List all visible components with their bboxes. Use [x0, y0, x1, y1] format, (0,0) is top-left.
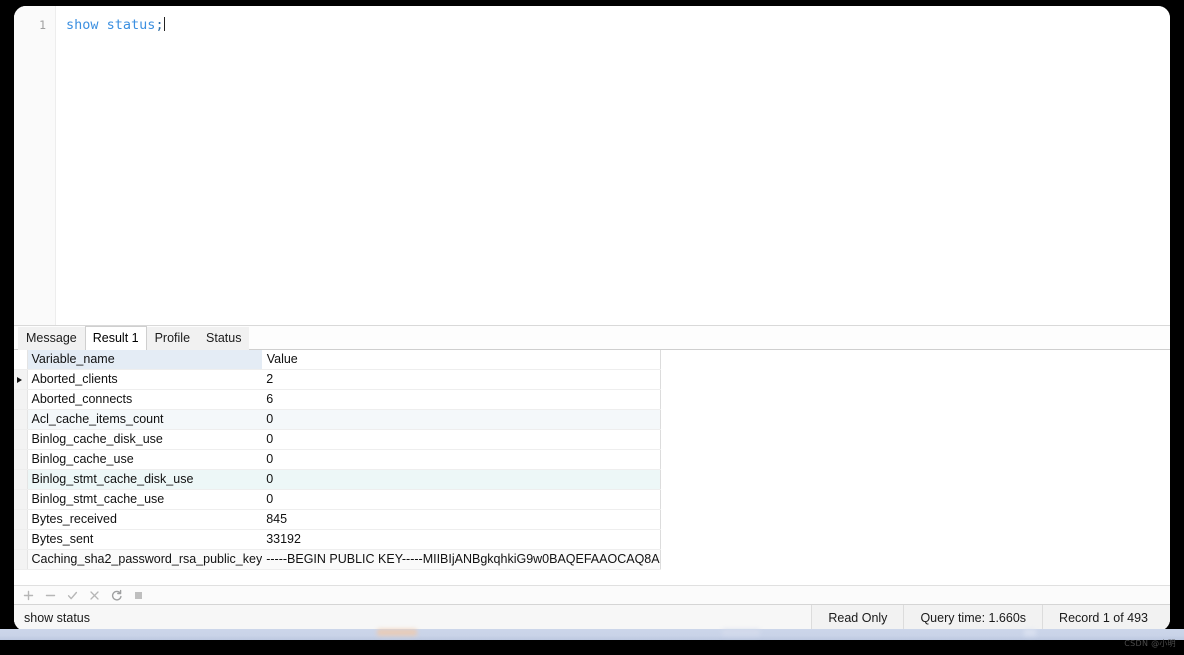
cell-value[interactable]: 2: [262, 369, 661, 390]
taskbar-item: [377, 629, 417, 636]
row-marker-cell: [14, 449, 28, 470]
cell-value[interactable]: 0: [262, 429, 661, 450]
sql-client-window: 1 show status; Message Result 1 Profile …: [14, 6, 1170, 631]
cell-value[interactable]: 0: [262, 449, 661, 470]
column-header-value[interactable]: Value: [262, 350, 661, 370]
sql-statement-line: show status;: [66, 17, 165, 33]
row-marker-header: [14, 350, 28, 370]
cell-value[interactable]: 845: [262, 509, 661, 530]
tab-result-1[interactable]: Result 1: [84, 326, 147, 350]
cell-value[interactable]: 0: [262, 469, 661, 490]
row-marker-cell: [14, 509, 28, 530]
status-read-only: Read Only: [812, 605, 905, 631]
sql-keyword-show: show: [66, 17, 99, 33]
table-row[interactable]: Bytes_sent 33192: [14, 529, 661, 550]
cell-variable-name[interactable]: Binlog_stmt_cache_disk_use: [27, 469, 263, 490]
results-pane: Message Result 1 Profile Status Variable…: [14, 325, 1170, 631]
cell-variable-name[interactable]: Caching_sha2_password_rsa_public_key: [27, 549, 263, 570]
cell-variable-name[interactable]: Binlog_cache_disk_use: [27, 429, 263, 450]
refresh-icon[interactable]: [110, 589, 123, 602]
watermark: CSDN @小明: [1124, 639, 1176, 648]
cell-variable-name[interactable]: Binlog_cache_use: [27, 449, 263, 470]
grid-header-row: Variable_name Value: [14, 350, 661, 370]
cell-variable-name[interactable]: Aborted_connects: [27, 389, 263, 410]
cell-variable-name[interactable]: Bytes_sent: [27, 529, 263, 550]
row-marker-cell: [14, 549, 28, 570]
cell-value[interactable]: 0: [262, 409, 661, 430]
result-grid-container[interactable]: Variable_name Value Aborted_clients 2 Ab: [14, 350, 1170, 585]
tab-message[interactable]: Message: [18, 327, 85, 350]
table-row[interactable]: Binlog_cache_disk_use 0: [14, 429, 661, 450]
results-tab-strip: Message Result 1 Profile Status: [14, 326, 1170, 350]
result-grid: Variable_name Value Aborted_clients 2 Ab: [14, 350, 661, 570]
table-row[interactable]: Binlog_stmt_cache_use 0: [14, 489, 661, 510]
table-row[interactable]: Bytes_received 845: [14, 509, 661, 530]
grid-toolbar: [14, 585, 1170, 604]
tab-profile[interactable]: Profile: [146, 327, 199, 350]
apply-changes-icon[interactable]: [66, 589, 79, 602]
cell-variable-name[interactable]: Aborted_clients: [27, 369, 263, 390]
row-marker-cell: [14, 429, 28, 450]
table-row[interactable]: Binlog_stmt_cache_disk_use 0: [14, 469, 661, 490]
table-row[interactable]: Aborted_connects 6: [14, 389, 661, 410]
sql-editor[interactable]: 1 show status;: [14, 6, 1170, 325]
table-row[interactable]: Caching_sha2_password_rsa_public_key ---…: [14, 549, 661, 570]
table-row[interactable]: Aborted_clients 2: [14, 369, 661, 390]
delete-row-icon[interactable]: [44, 589, 57, 602]
cell-value[interactable]: 6: [262, 389, 661, 410]
cell-value[interactable]: -----BEGIN PUBLIC KEY-----MIIBIjANBgkqhk…: [262, 549, 661, 570]
editor-gutter: 1: [14, 6, 56, 325]
sql-semicolon: ;: [155, 17, 164, 33]
row-marker-cell: [14, 529, 28, 550]
line-number: 1: [39, 18, 46, 32]
cell-variable-name[interactable]: Bytes_received: [27, 509, 263, 530]
current-row-arrow-icon: [17, 376, 22, 383]
add-row-icon[interactable]: [22, 589, 35, 602]
cell-value[interactable]: 33192: [262, 529, 661, 550]
row-marker-cell: [14, 369, 28, 390]
status-record-position: Record 1 of 493: [1059, 611, 1148, 625]
row-marker-cell: [14, 489, 28, 510]
cell-variable-name[interactable]: Binlog_stmt_cache_use: [27, 489, 263, 510]
sql-keyword-status: status: [106, 17, 156, 33]
status-bar: show status Read Only Query time: 1.660s…: [14, 604, 1170, 631]
status-query-time: Query time: 1.660s: [904, 605, 1044, 631]
column-header-variable-name[interactable]: Variable_name: [27, 350, 263, 370]
editor-code-area[interactable]: show status;: [56, 6, 1170, 325]
tab-status[interactable]: Status: [198, 327, 250, 350]
cell-variable-name[interactable]: Acl_cache_items_count: [27, 409, 263, 430]
row-marker-cell: [14, 389, 28, 410]
row-marker-cell: [14, 469, 28, 490]
status-query-text: show status: [14, 605, 813, 631]
cancel-changes-icon[interactable]: [88, 589, 101, 602]
text-caret: [163, 17, 165, 31]
stop-icon[interactable]: [132, 589, 145, 602]
taskbar-item: [1024, 629, 1036, 636]
desktop-background: 1 show status; Message Result 1 Profile …: [0, 0, 1184, 655]
cell-value[interactable]: 0: [262, 489, 661, 510]
table-row[interactable]: Binlog_cache_use 0: [14, 449, 661, 470]
row-marker-cell: [14, 409, 28, 430]
table-row[interactable]: Acl_cache_items_count 0: [14, 409, 661, 430]
taskbar-item: [722, 629, 760, 636]
taskbar-strip: [0, 629, 1184, 640]
